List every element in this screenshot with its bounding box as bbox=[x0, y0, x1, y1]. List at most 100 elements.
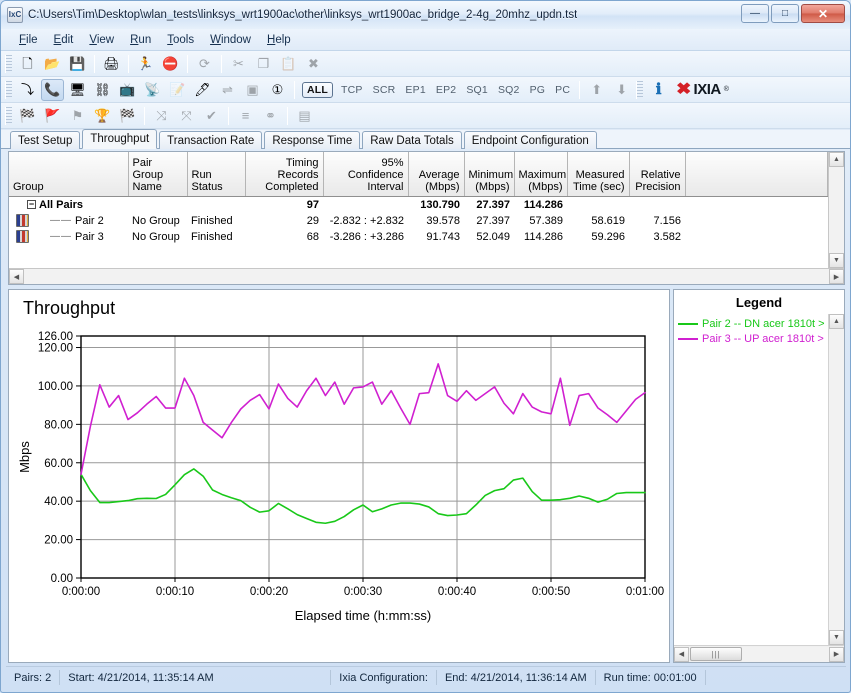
application-window: IxC C:\Users\Tim\Desktop\wlan_tests\link… bbox=[0, 0, 851, 693]
cell-relative-precision bbox=[629, 196, 685, 213]
filter-button-ep2[interactable]: EP2 bbox=[431, 84, 461, 96]
legend-title: Legend bbox=[674, 290, 844, 314]
column-header-pair-group-name[interactable]: Pair Group Name bbox=[128, 152, 188, 197]
chart-series-icon[interactable] bbox=[16, 230, 29, 243]
scroll-down-arrow[interactable]: ▼ bbox=[829, 253, 844, 268]
table-vertical-scrollbar[interactable]: ▲ ▼ bbox=[828, 152, 844, 268]
legend-horizontal-scrollbar[interactable]: ◀ ||| ▶ bbox=[674, 645, 844, 662]
cell-measured-time: 59.296 bbox=[591, 230, 625, 243]
column-header-group[interactable]: Group bbox=[9, 152, 129, 197]
call-pair-icon[interactable]: 📞 bbox=[41, 78, 64, 101]
numbering-icon[interactable]: ① bbox=[266, 79, 289, 101]
minimize-button[interactable]: — bbox=[741, 4, 769, 23]
start-flag-icon[interactable]: 🚩 bbox=[41, 105, 64, 127]
tab-throughput[interactable]: Throughput bbox=[82, 129, 158, 149]
filter-button-scr[interactable]: SCR bbox=[368, 84, 401, 96]
tab-raw-data-totals[interactable]: Raw Data Totals bbox=[362, 131, 462, 149]
table-horizontal-scrollbar[interactable]: ◀ ▶ bbox=[9, 268, 844, 284]
filter-button-all[interactable]: ALL bbox=[302, 81, 334, 98]
close-button[interactable]: ✕ bbox=[801, 4, 845, 23]
column-header-maximum[interactable]: Maximum (Mbps) bbox=[514, 152, 568, 197]
toolbar-grip[interactable] bbox=[636, 80, 644, 99]
header-line: Maximum (Mbps) bbox=[518, 168, 567, 193]
print-icon[interactable]: 🖨 bbox=[100, 53, 123, 75]
column-header-measured-time[interactable]: Measured Time (sec) bbox=[567, 152, 630, 197]
monitor-icon[interactable]: 🖥 bbox=[66, 79, 89, 101]
run-test-icon[interactable]: 🏃 bbox=[134, 53, 157, 75]
toolbar-grip[interactable] bbox=[5, 54, 12, 73]
scroll-thumb[interactable]: ||| bbox=[690, 647, 742, 661]
throughput-chart[interactable]: Throughput 0.00 20.00 40.00 60.00 80.00 100.0… bbox=[8, 289, 670, 663]
group-tree-node[interactable]: − All Pairs bbox=[13, 198, 124, 212]
pen-monitor-icon[interactable]: 🖊 bbox=[191, 79, 214, 101]
scroll-right-arrow[interactable]: ▶ bbox=[829, 269, 844, 284]
scroll-up-arrow[interactable]: ▲ bbox=[829, 152, 844, 167]
menu-item-tools[interactable]: Tools bbox=[159, 32, 202, 48]
cell-relative-precision: 7.156 bbox=[653, 214, 681, 227]
scroll-right-arrow[interactable]: ▶ bbox=[829, 646, 844, 662]
scroll-track[interactable] bbox=[24, 269, 829, 284]
legend-vertical-scrollbar[interactable]: ▲ ▼ bbox=[828, 314, 844, 645]
column-header-average[interactable]: Average (Mbps) bbox=[408, 152, 465, 197]
tab-endpoint-configuration[interactable]: Endpoint Configuration bbox=[463, 131, 597, 149]
network-node-icon[interactable]: ⛓ bbox=[91, 79, 114, 101]
tab-test-setup[interactable]: Test Setup bbox=[10, 131, 81, 149]
column-header-confidence[interactable]: 95% Confidence Interval bbox=[323, 152, 409, 197]
checker-flag-icon[interactable]: 🏁 bbox=[116, 105, 139, 127]
tab-transaction-rate[interactable]: Transaction Rate bbox=[159, 131, 263, 149]
filter-button-tcp[interactable]: TCP bbox=[336, 84, 368, 96]
save-icon[interactable]: 💾 bbox=[66, 53, 89, 75]
toolbar-grip[interactable] bbox=[5, 106, 12, 125]
cell-group: —— Pair 2 bbox=[9, 213, 128, 229]
chart-results-icon[interactable]: 🏁 bbox=[16, 105, 39, 127]
legend-item[interactable]: Pair 3 -- UP acer 1810t > bbox=[678, 331, 828, 346]
video-monitor-icon[interactable]: 📺 bbox=[116, 79, 139, 101]
scroll-left-arrow[interactable]: ◀ bbox=[674, 646, 689, 662]
toolbar-grip[interactable] bbox=[5, 80, 12, 99]
toolbar-separator bbox=[94, 54, 95, 73]
endpoint-pair-icon[interactable]: ⤵ bbox=[16, 79, 39, 101]
finish-trophy-icon[interactable]: 🏆 bbox=[91, 105, 114, 127]
cell-filler bbox=[685, 229, 828, 245]
scroll-up-arrow[interactable]: ▲ bbox=[829, 314, 844, 329]
table-row[interactable]: —— Pair 2 No Group Finished 29 -2.832 : +2.83… bbox=[9, 213, 828, 229]
scroll-track[interactable] bbox=[742, 646, 829, 662]
maximize-button[interactable]: □ bbox=[771, 4, 799, 23]
cell-average: 91.743 bbox=[426, 230, 460, 243]
new-icon[interactable]: 🗋 bbox=[16, 53, 39, 75]
cell-filler bbox=[685, 196, 828, 213]
column-header-run-status[interactable]: Run Status bbox=[187, 152, 246, 197]
filter-button-sq1[interactable]: SQ1 bbox=[461, 84, 493, 96]
menu-item-help[interactable]: Help bbox=[259, 32, 299, 48]
collapse-icon[interactable]: − bbox=[27, 200, 36, 209]
chart-series-icon[interactable] bbox=[16, 214, 29, 227]
pair-tree-node[interactable]: —— Pair 3 bbox=[13, 230, 124, 244]
filter-button-ep1[interactable]: EP1 bbox=[400, 84, 430, 96]
scroll-down-arrow[interactable]: ▼ bbox=[829, 630, 844, 645]
column-header-timing-records[interactable]: Timing Records Completed bbox=[245, 152, 324, 197]
column-header-minimum[interactable]: Minimum (Mbps) bbox=[464, 152, 515, 197]
scroll-left-arrow[interactable]: ◀ bbox=[9, 269, 24, 284]
filter-button-pg[interactable]: PG bbox=[525, 84, 551, 96]
menu-item-edit[interactable]: Edit bbox=[46, 32, 82, 48]
open-folder-icon[interactable]: 📂 bbox=[41, 53, 64, 75]
filter-button-pc[interactable]: PC bbox=[550, 84, 575, 96]
menu-item-view[interactable]: View bbox=[81, 32, 122, 48]
menu-item-window[interactable]: Window bbox=[202, 32, 259, 48]
scroll-track[interactable] bbox=[829, 329, 844, 630]
filter-button-sq2[interactable]: SQ2 bbox=[493, 84, 525, 96]
menu-item-file[interactable]: File bbox=[11, 32, 46, 48]
table-row[interactable]: − All Pairs 97 130.790 27.397 114.286 bbox=[9, 196, 828, 213]
broadcast-icon[interactable]: 📡 bbox=[141, 79, 164, 101]
scroll-track[interactable] bbox=[829, 167, 844, 253]
help-icon[interactable]: ℹ bbox=[647, 79, 670, 101]
column-header-relative-precision[interactable]: Relative Precision bbox=[629, 152, 686, 197]
table-row[interactable]: —— Pair 3 No Group Finished 68 -3.286 : +3.28… bbox=[9, 229, 828, 245]
pair-tree-node[interactable]: —— Pair 2 bbox=[13, 214, 124, 228]
legend-item[interactable]: Pair 2 -- DN acer 1810t > bbox=[678, 316, 828, 331]
menu-item-run[interactable]: Run bbox=[122, 32, 159, 48]
refresh-icon: ⟳ bbox=[199, 56, 210, 71]
tab-response-time[interactable]: Response Time bbox=[264, 131, 361, 149]
toolbar-row-endpoints: ⤵ 📞 🖥 ⛓ 📺 📡 📝 🖊 ⇌ ▣ ① ALL TCP SCR EP1 EP2 SQ1 SQ2 PG PC ⬆ ⬇… bbox=[1, 77, 850, 103]
stop-test-icon[interactable]: ⛔ bbox=[159, 53, 182, 75]
